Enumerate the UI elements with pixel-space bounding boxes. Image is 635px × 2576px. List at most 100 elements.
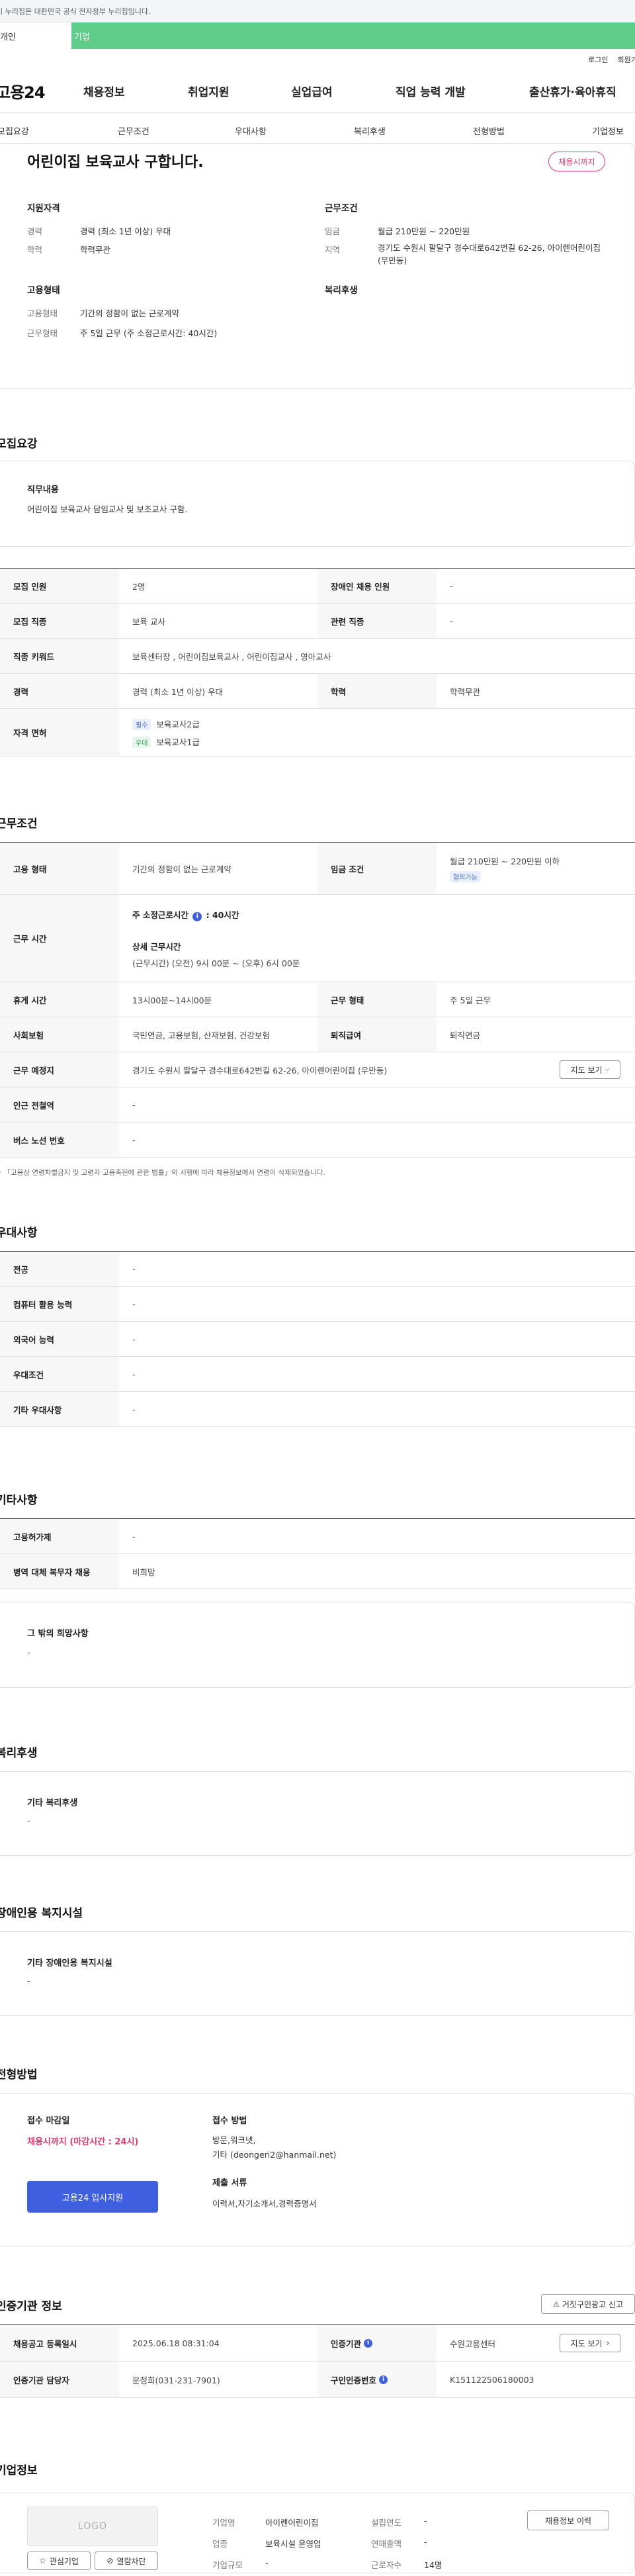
license-label: 자격 면허: [0, 709, 119, 756]
subnav-welfare[interactable]: 복리후생: [354, 124, 386, 137]
language-value: -: [132, 1334, 136, 1344]
employment-value: 기간의 정함이 없는 근로계약: [80, 308, 179, 318]
job-category-label: 모집 직종: [0, 604, 119, 638]
table-row: 인근 전철역 -: [0, 1087, 635, 1123]
registered-at-label: 채용공고 등록일시: [0, 2325, 119, 2361]
table-row: 인증기관 담당자 문정희(031-231-7901) 구인인증번호 i K1511…: [0, 2362, 635, 2398]
facility-box-heading: 기타 장애인용 복지시설: [27, 1958, 112, 1968]
wage-value: 월급 210만원 ~ 220만원: [378, 226, 470, 236]
headcount-value: 2명: [132, 581, 146, 592]
detail-hours-value: (근무시간) (오전) 9시 00분 ~ (오후) 6시 00분: [132, 958, 300, 968]
table-row: 휴게 시간 13시00분~14시00분 근무 형태 주 5일 근무: [0, 982, 635, 1017]
chevron-right-icon: ›: [606, 2338, 610, 2348]
job-title: 어린이집 보육교사 구합니다.: [27, 154, 204, 171]
workplace-value: 경기도 수원시 팔달구 경수대로642번길 62-26, 아이렌어린이집 (우만…: [132, 1065, 388, 1076]
info-icon[interactable]: i: [379, 2375, 388, 2384]
main-nav: 고용24 채용정보 취업지원 실업급여 직업 능력 개발 출산휴가·육아휴직: [0, 70, 635, 113]
apply-button[interactable]: 고용24 입사지원: [27, 2181, 158, 2213]
table-row: 컴퓨터 활용 능력 -: [0, 1287, 635, 1322]
company-box: LOGO ☆ 관심기업 ⊘ 열람차단 기업명 아이렌어린이집 업종 보육시설 운…: [0, 2493, 635, 2573]
break-value: 13시00분~14시00분: [132, 995, 212, 1005]
tab-personal[interactable]: 개인: [0, 23, 71, 49]
table-row: 기타 우대사항 -: [0, 1392, 635, 1427]
required-badge: 필수: [132, 718, 151, 730]
wage-label: 임금: [325, 226, 341, 236]
map-view-button[interactable]: 지도 보기 ⌵: [560, 1060, 620, 1079]
negotiable-badge: 협의가능: [450, 871, 481, 882]
license-preferred: 보육교사1급: [156, 737, 200, 747]
favorite-company-label: 관심기업: [49, 2556, 79, 2566]
duty-value: 어린이집 보육교사 담임교사 및 보조교사 구함.: [27, 504, 188, 514]
table-row: 병역 대체 복무자 채용 비희망: [0, 1554, 635, 1589]
insurance-label: 사회보험: [0, 1017, 119, 1052]
table-row: 자격 면허 필수 보육교사2급 우대 보육교사1급: [0, 709, 635, 757]
career-row-value: 경력 (최소 1년 이상) 우대: [132, 686, 224, 697]
age-footnote-text: 「고용상 연령차별금지 및 고령자 고용촉진에 관한 법률」의 시행에 따라 채…: [3, 1169, 325, 1177]
duty-heading: 직무내용: [27, 485, 59, 495]
subnav-company[interactable]: 기업정보: [592, 124, 624, 137]
company-name-value: 아이렌어린이집: [265, 2518, 319, 2528]
nav-item-training[interactable]: 직업 능력 개발: [396, 83, 466, 99]
report-fake-ad-label: 거짓구인광고 신고: [562, 2299, 623, 2309]
cert-table: 채용공고 등록일시 2025.06.18 08:31:04 인증기관 i 수원고용…: [0, 2324, 635, 2398]
nav-item-parental-leave[interactable]: 출산휴가·육아휴직: [529, 83, 616, 99]
favorite-company-button[interactable]: ☆ 관심기업: [27, 2552, 91, 2570]
job-keyword-value: 보육센터장 , 어린이집보육교사 , 어린이집교사 , 영아교사: [132, 651, 331, 662]
subnav-recruit[interactable]: 모집요강: [0, 124, 29, 137]
block-view-label: 열람차단: [116, 2556, 146, 2566]
chevron-down-icon: ⌵: [605, 1066, 610, 1073]
bus-label: 버스 노선 번호: [0, 1123, 119, 1157]
agency-staff-value: 문정희(031-231-7901): [132, 2375, 220, 2385]
wish-heading: 그 밖의 희망사항: [27, 1629, 89, 1639]
join-link[interactable]: 회원가입: [618, 54, 635, 65]
company-size-value: -: [265, 2558, 269, 2568]
education-row-value: 학력무관: [450, 686, 481, 697]
other-preference-label: 기타 우대사항: [0, 1392, 119, 1426]
deadline-heading: 접수 마감일: [27, 2116, 70, 2126]
agency-map-button[interactable]: 지도 보기 ›: [560, 2334, 620, 2352]
recruit-table: 모집 인원 2명 장애인 채용 인원 - 모집 직종 보육 교사 관련 직종 -…: [0, 568, 635, 757]
block-view-button[interactable]: ⊘ 열람차단: [95, 2552, 158, 2570]
region-label: 지역: [325, 245, 341, 255]
recruit-section-title: 모집요강: [0, 437, 38, 451]
career-row-label: 경력: [0, 674, 119, 708]
related-job-value: -: [450, 616, 453, 626]
job-detail-content: 어린이집 보육교사 구합니다. 채용시까지 지원자격 경력 경력 (최소 1년 …: [0, 143, 635, 2576]
work-permit-label: 고용허가제: [0, 1519, 119, 1553]
block-icon: ⊘: [106, 2556, 114, 2565]
major-label: 전공: [0, 1252, 119, 1286]
subnav-conditions[interactable]: 근무조건: [118, 124, 149, 137]
conditions-section-title: 근무조건: [0, 817, 38, 831]
job-history-button[interactable]: 채용정보 이력: [527, 2510, 609, 2530]
nav-item-unemployment-benefit[interactable]: 실업급여: [291, 83, 333, 99]
method-value-1: 방문,워크넷,: [212, 2135, 256, 2145]
company-logo: LOGO: [27, 2507, 158, 2546]
table-row: 근무 시간 주 소정근로시간 i : 40시간 상세 근무시간 (근무시간) (…: [0, 895, 635, 982]
tab-company[interactable]: 기업: [71, 23, 143, 49]
info-icon[interactable]: i: [364, 2338, 373, 2348]
severance-label: 퇴직급여: [318, 1017, 437, 1052]
education-value: 학력무관: [80, 245, 111, 255]
nav-item-jobs[interactable]: 채용정보: [83, 83, 125, 99]
worktype-label: 근무형태: [27, 328, 58, 338]
table-row: 고용허가제 -: [0, 1519, 635, 1554]
age-footnote: • 「고용상 연령차별금지 및 고령자 고용촉진에 관한 법률」의 시행에 따라…: [0, 1168, 325, 1177]
work-permit-value: -: [132, 1531, 136, 1541]
military-service-label: 병역 대체 복무자 채용: [0, 1554, 119, 1588]
wage-cond-cell: 월급 210만원 ~ 220만원 이하 협의가능: [437, 843, 635, 894]
site-logo[interactable]: 고용24: [0, 79, 46, 103]
selection-section-title: 전형방법: [0, 2068, 38, 2082]
cert-number-label-cell: 구인인증번호 i: [318, 2362, 437, 2397]
subnav-selection[interactable]: 전형방법: [473, 124, 505, 137]
license-value: 필수 보육교사2급 우대 보육교사1급: [119, 709, 635, 756]
license-required: 보육교사2급: [156, 719, 200, 729]
subnav-preference[interactable]: 우대사항: [235, 124, 267, 137]
report-fake-ad-button[interactable]: ⚠ 거짓구인광고 신고: [541, 2294, 635, 2314]
nav-item-employment-support[interactable]: 취업지원: [188, 83, 230, 99]
disabled-hire-value: -: [450, 580, 453, 591]
career-label: 경력: [27, 226, 43, 236]
table-row: 직종 키워드 보육센터장 , 어린이집보육교사 , 어린이집교사 , 영아교사: [0, 639, 635, 674]
info-icon[interactable]: i: [192, 911, 202, 921]
login-link[interactable]: 로그인: [588, 54, 608, 65]
sales-value: -: [424, 2537, 427, 2547]
